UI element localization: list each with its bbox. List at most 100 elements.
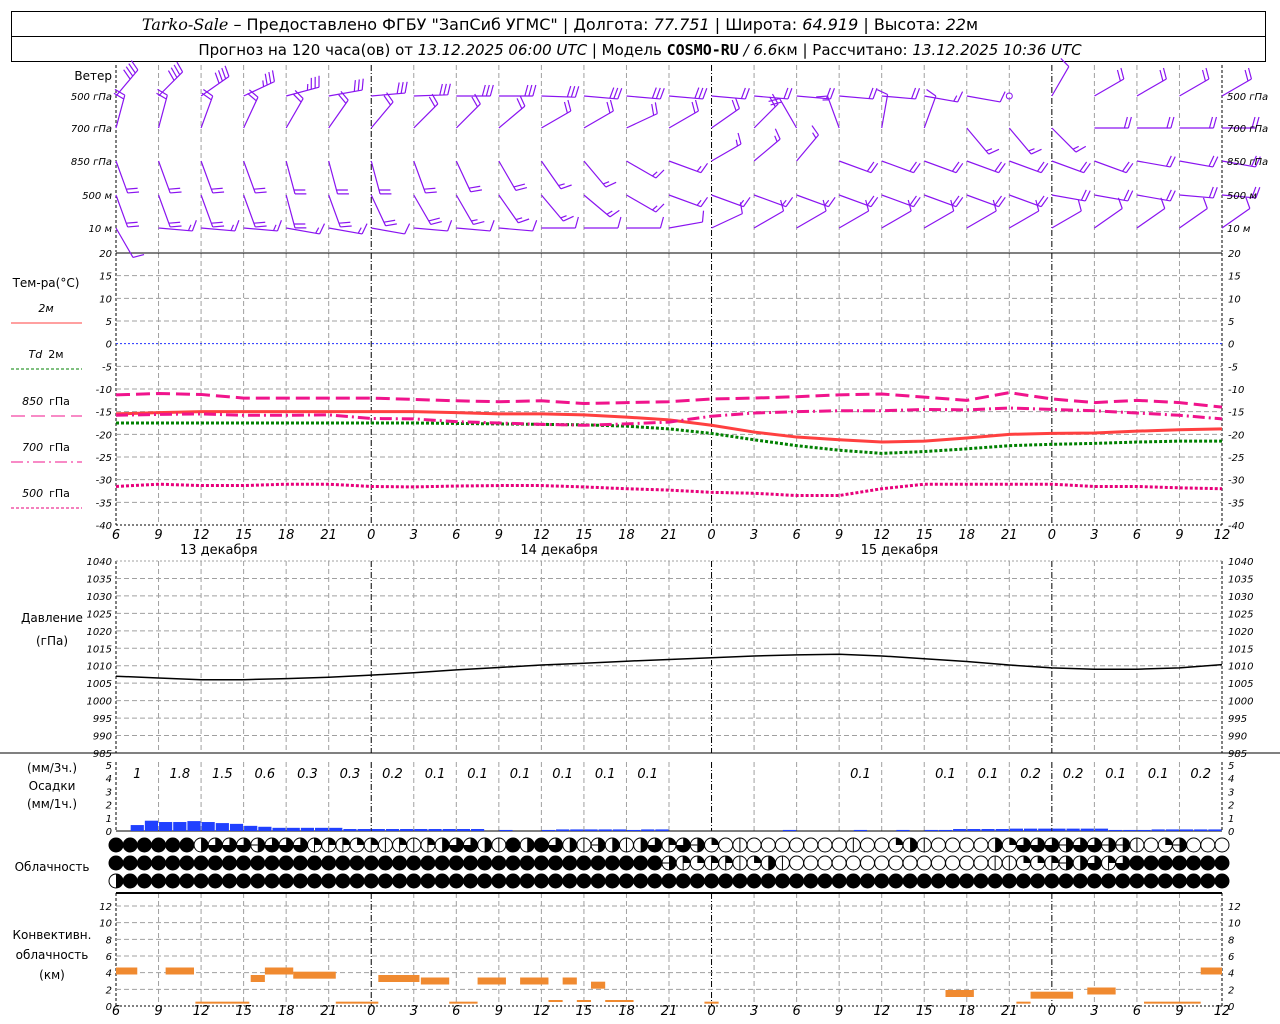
convective-ytick-right: 8: [1228, 935, 1234, 946]
cloud-cover-symbol: [477, 837, 493, 853]
cloud-circle: [307, 873, 323, 889]
precip-bar: [173, 822, 187, 831]
cloud-cover-symbol: [321, 837, 337, 853]
cloud-cover-symbol: [817, 855, 833, 871]
cloud-cover-symbol: [1115, 855, 1131, 871]
cloud-fill: [1009, 838, 1017, 845]
temp-ytick-right: -35: [1228, 498, 1244, 509]
cloud-cover-symbol: [377, 837, 393, 853]
cloud-fill: [669, 856, 676, 870]
x-tick-label: 12: [533, 1004, 550, 1019]
cloud-circle: [136, 855, 152, 871]
precip-bar: [1009, 828, 1023, 831]
wind-barb: [541, 85, 580, 98]
cloud-circle: [363, 873, 379, 889]
cloud-cover-symbol: [604, 873, 620, 889]
cloud-circle: [760, 837, 776, 853]
cloud-cover-symbol: [973, 873, 989, 889]
precip-bar: [1023, 828, 1038, 831]
cloud-cover-symbol: [1044, 837, 1060, 853]
cloud-cover-symbol: [533, 855, 549, 871]
cloud-cover-symbol: [548, 837, 564, 853]
cloud-circle: [1129, 873, 1145, 889]
wind-barb: [881, 160, 921, 174]
cloud-fill: [669, 838, 676, 845]
cloud-cover-symbol: [732, 837, 748, 853]
cloud-cover-symbol: [462, 873, 478, 889]
temp-ytick-right: -5: [1228, 362, 1238, 373]
cloud-circle: [193, 873, 209, 889]
cloud-cover-symbol: [732, 855, 748, 871]
cloud-cover-symbol: [987, 837, 1003, 853]
station-name: Tarko-Sale: [142, 15, 228, 34]
cloud-fill: [484, 838, 492, 853]
wind-barb: [285, 194, 307, 229]
cloud-cover-symbol: [505, 837, 521, 853]
temp-ytick-left: 15: [99, 272, 112, 283]
cloud-circle: [916, 873, 932, 889]
cloud-circle: [945, 837, 961, 853]
cloud-circle: [349, 855, 365, 871]
x-tick-label: 9: [154, 1004, 162, 1019]
x-tick-label: 0: [707, 528, 715, 543]
convective-cloud-bar: [1144, 1001, 1201, 1004]
wind-level-label-left: 500 гПа: [71, 92, 112, 103]
cloud-circle: [349, 873, 365, 889]
convective-cloud-bar: [264, 967, 294, 975]
precip-bar: [1038, 828, 1052, 831]
wind-barb: [413, 194, 442, 226]
pressure-ytick-left: 1020: [87, 627, 112, 638]
wind-barb: [796, 194, 836, 208]
cloud-cover-symbol: [122, 873, 138, 889]
wind-level-label-left: 10 м: [89, 224, 113, 235]
cloud-circle: [1086, 873, 1102, 889]
x-tick-label: 6: [1133, 1004, 1141, 1019]
cloud-cover-symbol: [491, 837, 507, 853]
cloud-circle: [973, 873, 989, 889]
header-forecast-row: Прогноз на 120 часа(ов) от 13.12.2025 06…: [198, 41, 1082, 59]
precip-bar: [286, 827, 300, 831]
x-tick-label: 21: [1001, 528, 1018, 543]
cloud-circle: [916, 855, 932, 871]
cloud-circle: [817, 873, 833, 889]
precip-bar: [215, 823, 229, 831]
cloud-circle: [803, 837, 819, 853]
pressure-ytick-left: 995: [93, 714, 112, 725]
precip-3h-total: 0.1: [935, 767, 956, 782]
cloud-fill: [754, 856, 762, 863]
wind-barb: [668, 160, 709, 174]
precip-bar: [229, 823, 244, 831]
cloud-cover-symbol: [136, 837, 152, 853]
pressure-ytick-right: 1000: [1228, 697, 1253, 708]
cloud-circle: [689, 873, 705, 889]
convective-ytick-left: 12: [99, 902, 112, 913]
cloud-circle: [945, 855, 961, 871]
cloud-cover-symbol: [618, 837, 634, 853]
wind-barb: [1136, 197, 1166, 229]
cloud-circle: [860, 873, 876, 889]
cloud-cover-symbol: [803, 837, 819, 853]
x-tick-label: 21: [320, 1004, 337, 1019]
pressure-ytick-right: 1030: [1228, 592, 1253, 603]
wind-level-label-right: 500 м: [1227, 191, 1257, 202]
cloud-circle: [548, 855, 564, 871]
convective-title: Конвективн.: [13, 928, 92, 942]
cloud-cover-symbol: [250, 855, 266, 871]
cloud-circle: [959, 837, 975, 853]
cloud-circle: [321, 873, 337, 889]
x-tick-label: 12: [873, 528, 890, 543]
cloud-circle: [264, 855, 280, 871]
cloud-cover-symbol: [434, 873, 450, 889]
cloud-cover-symbol: [406, 837, 422, 853]
temp-ytick-right: 20: [1228, 249, 1241, 260]
cloud-circle: [1001, 873, 1017, 889]
cloud-circle: [789, 873, 805, 889]
wind-barb: [583, 194, 620, 218]
temp-ytick-left: -35: [96, 498, 112, 509]
cloud-cover-symbol: [377, 873, 393, 889]
precip-bar: [1080, 828, 1094, 831]
cloud-title: Облачность: [15, 860, 90, 874]
cloud-cover-symbol: [860, 873, 876, 889]
cloud-circle: [179, 855, 195, 871]
temp-ytick-left: 10: [99, 294, 112, 305]
